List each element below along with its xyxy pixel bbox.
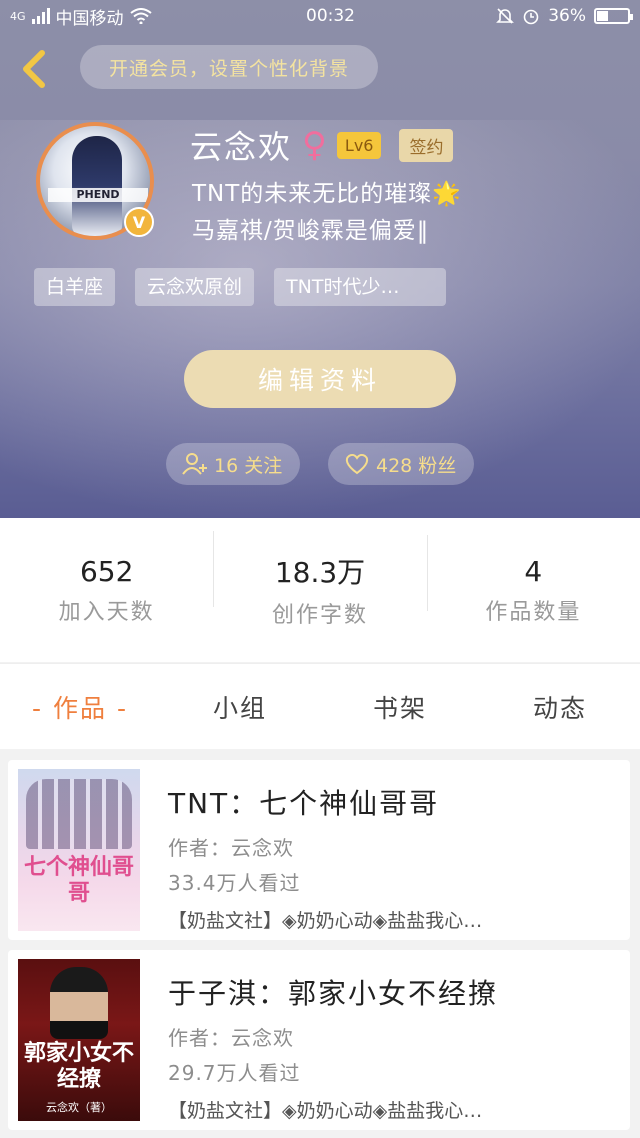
stat-works-count: 4 作品数量 — [426, 534, 640, 626]
status-bar: 4G 中国移动 00:32 36% — [0, 0, 640, 32]
following-button[interactable]: 16 关注 — [166, 443, 300, 485]
tab-groups[interactable]: 小组 — [160, 689, 320, 725]
cover-author: 云念欢（著） — [46, 1101, 112, 1114]
user-name: 云念欢 — [190, 128, 293, 166]
heart-icon — [345, 453, 369, 475]
book-author: 作者：云念欢 — [168, 1026, 294, 1050]
clock: 00:32 — [306, 6, 355, 26]
verified-badge: V — [124, 207, 154, 237]
bio-line: TNT的未来无比的璀璨🌟 — [192, 181, 462, 207]
cover-title: 郭家小女不经撩 — [23, 1041, 134, 1092]
content-tabs: - 作品 - 小组 书架 动态 — [0, 663, 640, 749]
tab-bookshelf[interactable]: 书架 — [320, 689, 480, 725]
stat-value: 4 — [524, 554, 543, 588]
stat-join-days: 652 加入天数 — [0, 555, 213, 626]
avatar-figure — [72, 136, 122, 236]
cover-art — [50, 967, 108, 1039]
mute-bell-icon — [496, 8, 515, 24]
stat-label: 作品数量 — [485, 599, 582, 625]
book-card[interactable]: 七个神仙哥哥 TNT：七个神仙哥哥 作者：云念欢 33.4万人看过 【奶盐文社】… — [8, 760, 630, 940]
cover-art — [26, 779, 132, 849]
following-count: 16 关注 — [214, 454, 283, 477]
back-button[interactable] — [14, 46, 54, 92]
stats-bar: 652 加入天数 18.3万 创作字数 4 作品数量 — [0, 518, 640, 662]
tab-works[interactable]: - 作品 - — [0, 689, 160, 725]
stat-value: 652 — [79, 554, 134, 588]
follow-row: 16 关注 428 粉丝 — [166, 443, 474, 485]
tag-item[interactable]: 云念欢原创 — [135, 268, 255, 306]
book-info: 于子淇：郭家小女不经撩 作者：云念欢 29.7万人看过 【奶盐文社】◈奶奶心动◈… — [168, 972, 618, 1123]
signed-author-badge: 签约 — [399, 128, 454, 162]
tag-item[interactable]: 白羊座 — [34, 268, 116, 306]
level-badge: Lv6 — [336, 131, 382, 159]
battery-percent: 36% — [548, 6, 586, 26]
name-row: 云念欢 ♀ Lv6 签约 — [190, 122, 454, 168]
bio-line: 马嘉祺/贺峻霖是偏爱‖ — [192, 218, 430, 244]
book-cover[interactable]: 七个神仙哥哥 — [18, 769, 140, 931]
network-label: 4G — [10, 9, 26, 23]
avatar-text: PHEND — [48, 188, 148, 202]
book-cover[interactable]: 郭家小女不经撩 云念欢（著） — [18, 959, 140, 1121]
tag-item[interactable]: TNT时代少… — [274, 268, 447, 306]
tab-activity[interactable]: 动态 — [480, 689, 640, 725]
alarm-icon — [523, 9, 539, 25]
book-title: 于子淇：郭家小女不经撩 — [168, 977, 499, 1010]
chevron-left-icon — [23, 50, 45, 88]
stat-word-count: 18.3万 创作字数 — [213, 531, 426, 629]
battery-icon — [594, 8, 633, 24]
vip-promo-banner[interactable]: 开通会员，设置个性化背景 — [80, 45, 378, 89]
stat-label: 创作字数 — [271, 603, 368, 628]
book-title: TNT：七个神仙哥哥 — [168, 787, 440, 820]
signal-icon — [31, 8, 50, 24]
profile-header: 4G 中国移动 00:32 36% 开通会员，设置个性化背景 PHEND V 云… — [0, 0, 640, 518]
book-card[interactable]: 郭家小女不经撩 云念欢（著） 于子淇：郭家小女不经撩 作者：云念欢 29.7万人… — [8, 950, 630, 1130]
book-tags: 【奶盐文社】◈奶奶心动◈盐盐我心… — [168, 1100, 483, 1122]
wifi-icon — [129, 8, 152, 24]
book-author: 作者：云念欢 — [168, 836, 294, 860]
followers-button[interactable]: 428 粉丝 — [328, 443, 474, 485]
bio: TNT的未来无比的璀璨🌟 马嘉祺/贺峻霖是偏爱‖ — [192, 176, 462, 250]
book-tags: 【奶盐文社】◈奶奶心动◈盐盐我心… — [168, 910, 483, 932]
add-user-icon — [182, 453, 207, 475]
carrier-label: 中国移动 — [55, 8, 124, 29]
cover-title: 七个神仙哥哥 — [23, 855, 134, 906]
followers-count: 428 粉丝 — [376, 454, 457, 477]
stat-value: 18.3万 — [274, 556, 366, 589]
book-info: TNT：七个神仙哥哥 作者：云念欢 33.4万人看过 【奶盐文社】◈奶奶心动◈盐… — [168, 782, 618, 933]
female-icon: ♀ — [302, 125, 327, 165]
edit-profile-button[interactable]: 编辑资料 — [184, 350, 456, 408]
book-views: 29.7万人看过 — [168, 1061, 301, 1085]
stat-label: 加入天数 — [58, 599, 155, 625]
book-views: 33.4万人看过 — [168, 871, 301, 895]
profile-tags: 白羊座 云念欢原创 TNT时代少… — [34, 268, 447, 306]
